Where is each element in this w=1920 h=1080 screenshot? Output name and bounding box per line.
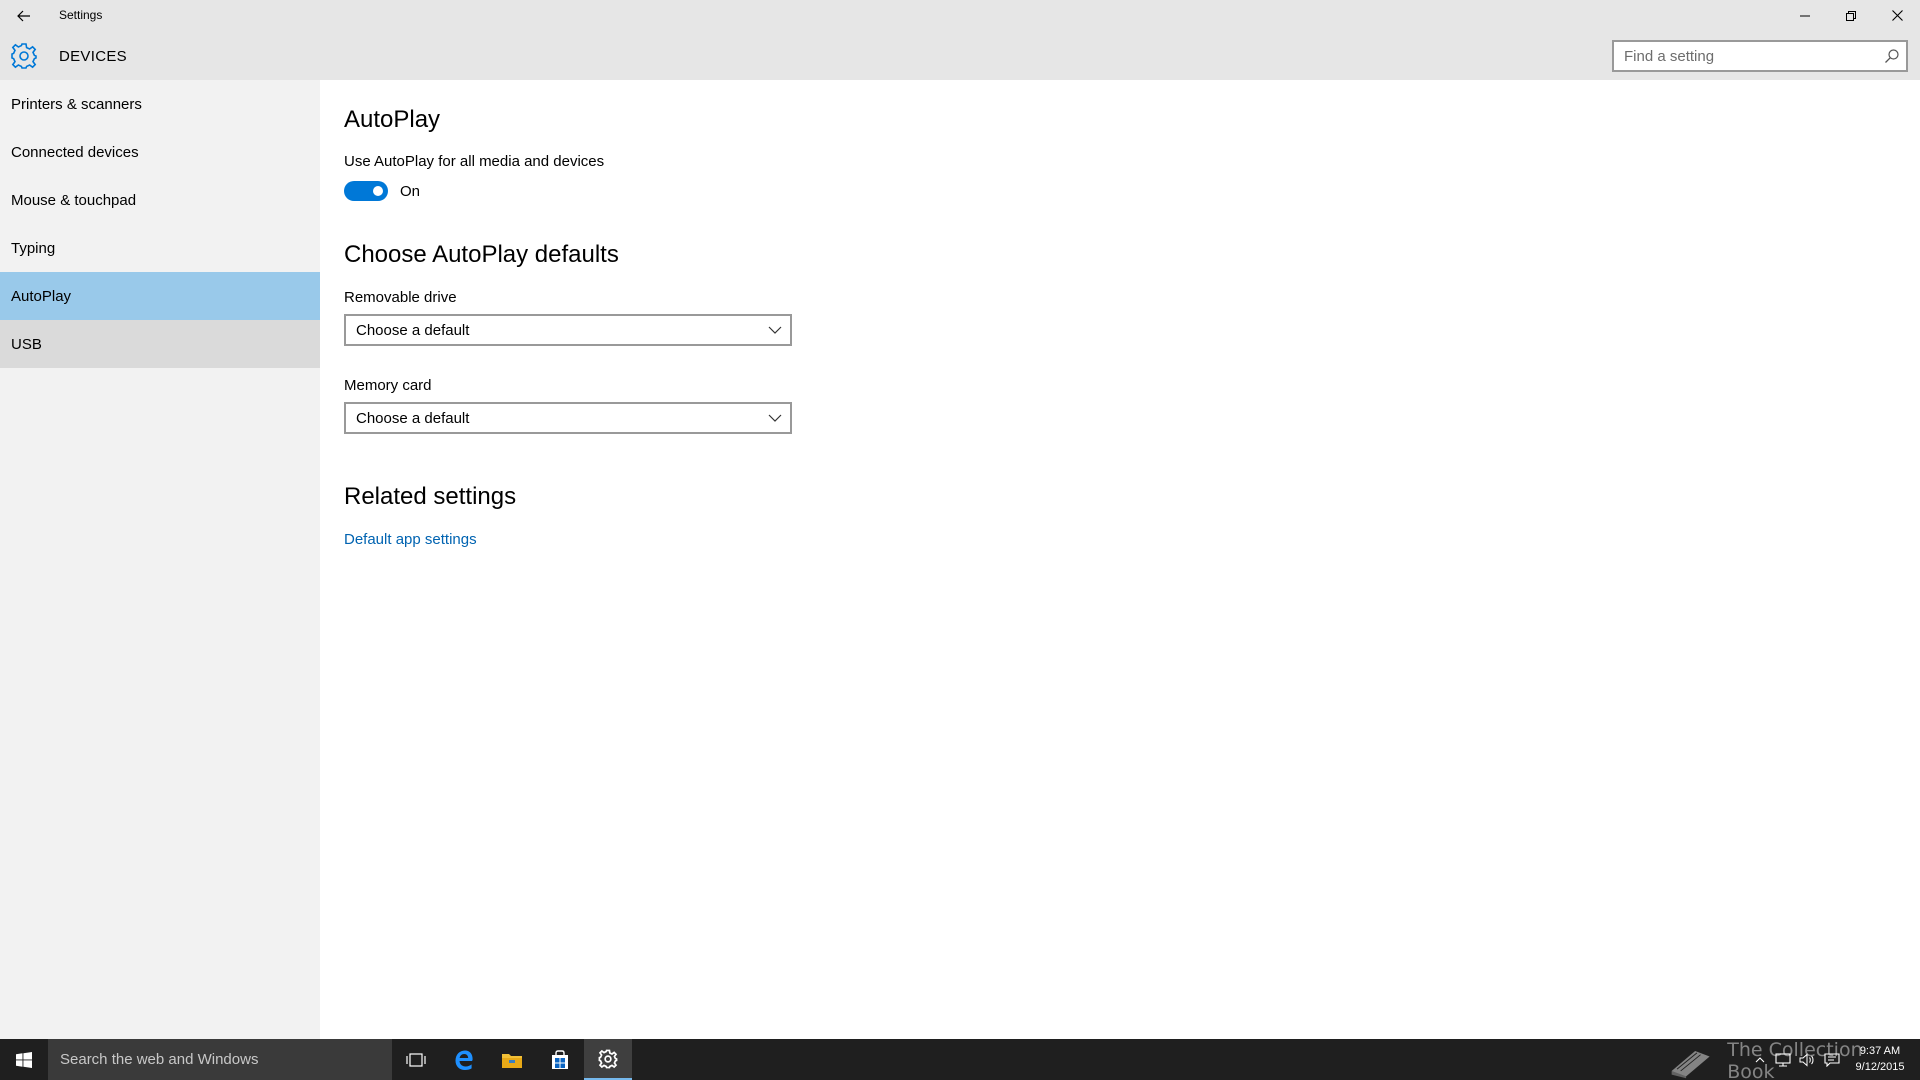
memory-card-value: Choose a default bbox=[356, 409, 470, 427]
sidebar-item-autoplay[interactable]: AutoPlay bbox=[0, 272, 320, 320]
close-icon bbox=[1891, 10, 1903, 21]
sidebar-item-usb[interactable]: USB bbox=[0, 320, 320, 368]
page-title: AutoPlay bbox=[344, 106, 441, 133]
taskbar: Search the web and Windows The Collectio… bbox=[0, 1039, 1920, 1080]
sidebar-item-mouse-touchpad[interactable]: Mouse & touchpad bbox=[0, 176, 320, 224]
section-title: DEVICES bbox=[59, 48, 127, 65]
windows-logo-icon bbox=[16, 1051, 32, 1068]
taskbar-search[interactable]: Search the web and Windows bbox=[48, 1039, 392, 1080]
removable-drive-label: Removable drive bbox=[344, 289, 457, 306]
clock-time: 9:37 AM bbox=[1859, 1045, 1901, 1057]
removable-drive-value: Choose a default bbox=[356, 321, 470, 339]
file-explorer-button[interactable] bbox=[488, 1039, 536, 1080]
section-header: DEVICES bbox=[0, 31, 800, 80]
notification-icon bbox=[1824, 1052, 1840, 1067]
chevron-down-icon bbox=[768, 414, 782, 422]
title-bar-region: Settings DEVICES bbox=[0, 0, 1920, 80]
search-box[interactable] bbox=[1612, 40, 1908, 72]
minimize-icon bbox=[1800, 15, 1810, 16]
restore-button[interactable] bbox=[1828, 0, 1874, 31]
sidebar: Printers & scanners Connected devices Mo… bbox=[0, 80, 320, 1039]
chevron-down-icon bbox=[768, 326, 782, 334]
back-button[interactable] bbox=[8, 4, 40, 28]
edge-button[interactable] bbox=[440, 1039, 488, 1080]
autoplay-toggle-state: On bbox=[400, 183, 421, 200]
volume-button[interactable] bbox=[1796, 1039, 1818, 1080]
minimize-button[interactable] bbox=[1782, 0, 1828, 31]
store-bag-icon bbox=[552, 1049, 568, 1069]
sidebar-item-printers-scanners[interactable]: Printers & scanners bbox=[0, 80, 320, 128]
settings-taskbar-button[interactable] bbox=[584, 1039, 632, 1080]
sidebar-item-typing[interactable]: Typing bbox=[0, 224, 320, 272]
search-icon[interactable] bbox=[1884, 48, 1900, 64]
defaults-heading: Choose AutoPlay defaults bbox=[344, 241, 619, 268]
start-button[interactable] bbox=[0, 1039, 48, 1080]
network-button[interactable] bbox=[1772, 1039, 1794, 1080]
task-view-icon bbox=[406, 1052, 426, 1067]
back-arrow-icon bbox=[17, 10, 30, 22]
task-view-button[interactable] bbox=[392, 1039, 440, 1080]
show-hidden-icons-button[interactable] bbox=[1752, 1039, 1768, 1080]
related-settings-heading: Related settings bbox=[344, 483, 517, 510]
sidebar-item-connected-devices[interactable]: Connected devices bbox=[0, 128, 320, 176]
edge-icon bbox=[455, 1050, 473, 1070]
restore-icon bbox=[1846, 10, 1856, 21]
search-input[interactable] bbox=[1614, 42, 1874, 70]
memory-card-label: Memory card bbox=[344, 377, 432, 394]
window-title: Settings bbox=[59, 8, 103, 22]
toggle-knob bbox=[373, 186, 383, 196]
store-button[interactable] bbox=[536, 1039, 584, 1080]
window-title-bar: Settings bbox=[0, 0, 1920, 31]
default-app-settings-link[interactable]: Default app settings bbox=[344, 531, 477, 548]
book-logo-icon bbox=[1671, 1050, 1710, 1078]
speaker-icon bbox=[1799, 1052, 1814, 1067]
clock-date: 9/12/2015 bbox=[1855, 1061, 1905, 1073]
autoplay-toggle-label: Use AutoPlay for all media and devices bbox=[344, 153, 605, 170]
folder-icon bbox=[502, 1053, 522, 1068]
taskbar-clock[interactable]: 9:37 AM 9/12/2015 bbox=[1850, 1043, 1910, 1075]
autoplay-toggle[interactable] bbox=[344, 181, 388, 201]
memory-card-dropdown[interactable]: Choose a default bbox=[344, 402, 792, 434]
removable-drive-dropdown[interactable]: Choose a default bbox=[344, 314, 792, 346]
network-icon bbox=[1775, 1052, 1791, 1067]
gear-icon bbox=[598, 1049, 618, 1068]
close-button[interactable] bbox=[1874, 0, 1920, 31]
action-center-button[interactable] bbox=[1820, 1039, 1844, 1080]
gear-icon bbox=[11, 43, 37, 69]
chevron-up-icon bbox=[1755, 1056, 1765, 1062]
